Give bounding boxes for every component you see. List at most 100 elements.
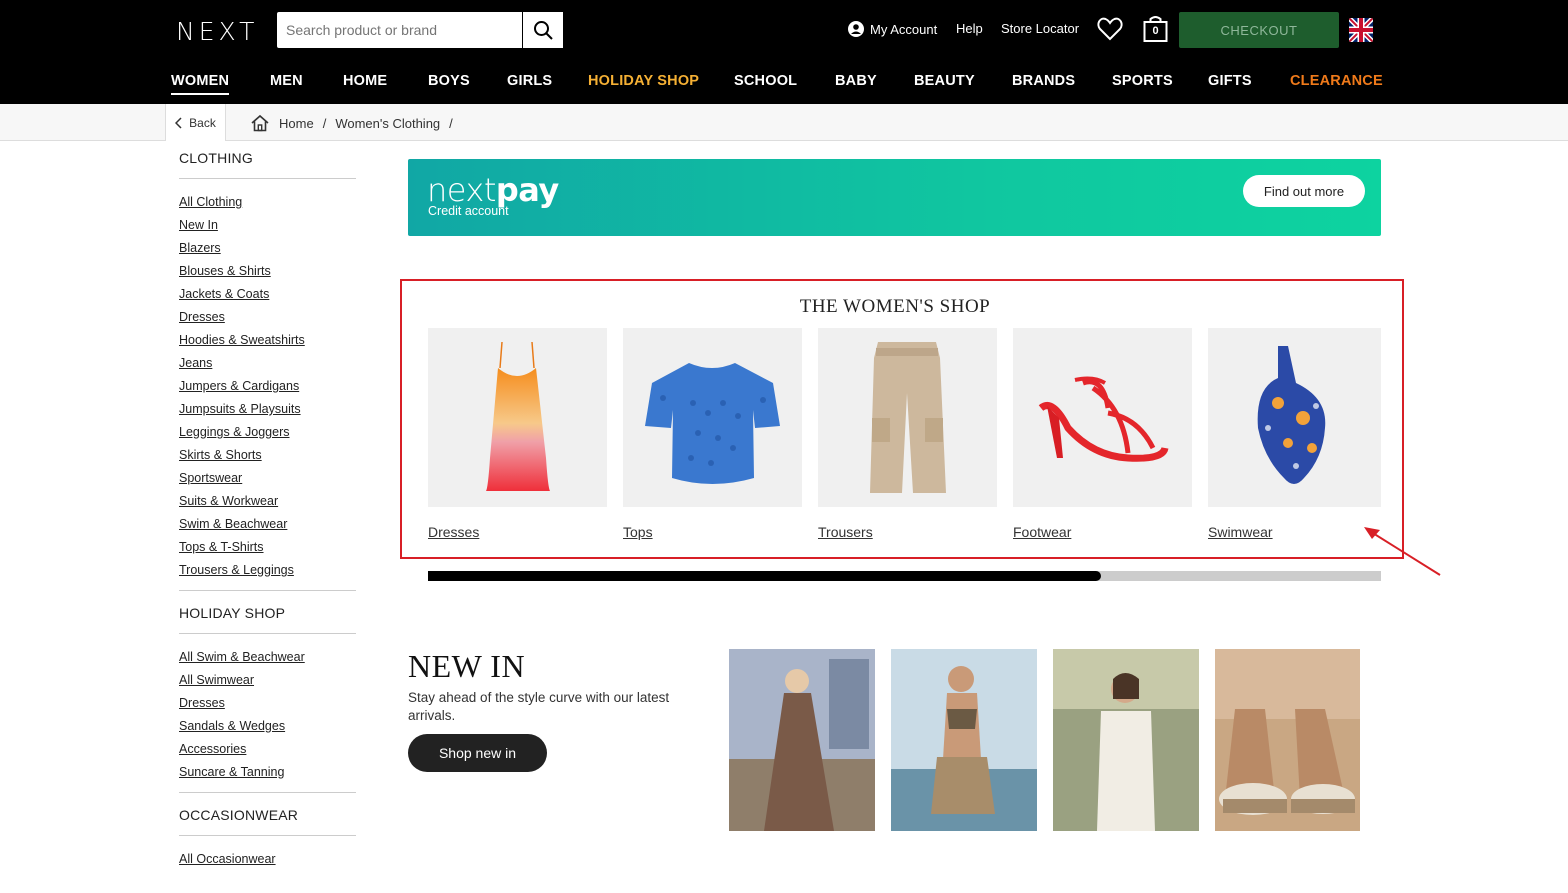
nav-boys[interactable]: BOYS bbox=[428, 73, 470, 89]
tile-label-footwear[interactable]: Footwear bbox=[1013, 524, 1071, 540]
sidebar-link[interactable]: New In bbox=[179, 214, 356, 237]
nav-school[interactable]: SCHOOL bbox=[734, 73, 797, 89]
sidebar-heading-holiday-shop: HOLIDAY SHOP bbox=[179, 605, 356, 634]
nav-home[interactable]: HOME bbox=[343, 73, 387, 89]
tile-swimwear-image[interactable] bbox=[1208, 328, 1381, 507]
uk-flag-icon[interactable] bbox=[1349, 18, 1373, 42]
nav-women[interactable]: WOMEN bbox=[171, 73, 230, 95]
tile-tops-image[interactable] bbox=[623, 328, 802, 507]
nav-sports[interactable]: SPORTS bbox=[1112, 73, 1173, 89]
bag-count: 0 bbox=[1152, 25, 1159, 37]
main-navigation: WOMEN MEN HOME BOYS GIRLS HOLIDAY SHOP S… bbox=[0, 68, 1568, 96]
sidebar-link[interactable]: Dresses bbox=[179, 692, 356, 715]
sidebar-link[interactable]: Jeans bbox=[179, 352, 356, 375]
user-icon bbox=[848, 21, 864, 37]
clothing-list: All Clothing New In Blazers Blouses & Sh… bbox=[179, 191, 356, 591]
top-header: NEXT My Account Help Store Locator 0 CHE… bbox=[0, 0, 1568, 104]
sidebar-link[interactable]: Accessories bbox=[179, 738, 356, 761]
sidebar-link[interactable]: Trousers & Leggings bbox=[179, 559, 356, 582]
search-icon bbox=[534, 21, 553, 40]
search-bar bbox=[277, 12, 563, 48]
sidebar-link[interactable]: Sportswear bbox=[179, 467, 356, 490]
nextpay-subtitle: Credit account bbox=[428, 204, 509, 218]
new-in-photo[interactable] bbox=[729, 649, 875, 831]
carousel-scrollbar-thumb[interactable] bbox=[428, 571, 1101, 581]
find-out-more-button[interactable]: Find out more bbox=[1243, 175, 1365, 207]
nav-baby[interactable]: BABY bbox=[835, 73, 877, 89]
sidebar-heading-clothing: CLOTHING bbox=[179, 150, 356, 179]
heart-icon bbox=[1097, 17, 1123, 41]
sidebar-link[interactable]: All Swim & Beachwear bbox=[179, 646, 356, 669]
chevron-left-icon bbox=[175, 116, 182, 129]
tile-trousers-image[interactable] bbox=[818, 328, 997, 507]
tile-label-tops[interactable]: Tops bbox=[623, 524, 653, 540]
sidebar-link[interactable]: Jumpsuits & Playsuits bbox=[179, 398, 356, 421]
sidebar-link[interactable]: Skirts & Shorts bbox=[179, 444, 356, 467]
sandal-image bbox=[1038, 376, 1169, 462]
tile-label-swimwear[interactable]: Swimwear bbox=[1208, 524, 1273, 540]
nav-brands[interactable]: BRANDS bbox=[1012, 73, 1075, 89]
help-link[interactable]: Help bbox=[956, 21, 983, 36]
nav-beauty[interactable]: BEAUTY bbox=[914, 73, 975, 89]
sidebar-link[interactable]: Jackets & Coats bbox=[179, 283, 356, 306]
sidebar-link[interactable]: Blouses & Shirts bbox=[179, 260, 356, 283]
sidebar-link[interactable]: Blazers bbox=[179, 237, 356, 260]
sidebar-link[interactable]: All Swimwear bbox=[179, 669, 356, 692]
store-locator-link[interactable]: Store Locator bbox=[1001, 21, 1079, 36]
new-in-photo[interactable] bbox=[1053, 649, 1199, 831]
sidebar-link[interactable]: All Clothing bbox=[179, 191, 356, 214]
search-button[interactable] bbox=[522, 12, 563, 48]
sidebar-link[interactable]: All Occasionwear bbox=[179, 848, 356, 871]
tile-label-trousers[interactable]: Trousers bbox=[818, 524, 873, 540]
breadcrumb-bar: Back Home / Women's Clothing / bbox=[0, 104, 1568, 141]
swimsuit-image bbox=[1257, 346, 1326, 484]
new-in-title: NEW IN bbox=[408, 648, 526, 684]
nav-girls[interactable]: GIRLS bbox=[507, 73, 552, 89]
sidebar-link[interactable]: Jumpers & Cardigans bbox=[179, 375, 356, 398]
new-in-photo[interactable] bbox=[1215, 649, 1360, 831]
home-icon[interactable] bbox=[250, 114, 270, 132]
top-image bbox=[645, 363, 780, 484]
nav-clearance[interactable]: CLEARANCE bbox=[1290, 73, 1383, 89]
favourites-button[interactable] bbox=[1097, 17, 1123, 46]
next-logo[interactable]: NEXT bbox=[176, 17, 258, 46]
nav-men[interactable]: MEN bbox=[270, 73, 303, 89]
tile-label-dresses[interactable]: Dresses bbox=[428, 524, 479, 540]
dress-image bbox=[486, 341, 550, 491]
new-in-photo[interactable] bbox=[891, 649, 1037, 831]
breadcrumb-separator: / bbox=[449, 115, 453, 131]
back-label: Back bbox=[189, 115, 216, 130]
shopping-bag-button[interactable]: 0 bbox=[1143, 15, 1168, 48]
trousers-image bbox=[870, 342, 946, 493]
nextpay-banner[interactable]: nextpay Credit account Find out more bbox=[408, 159, 1381, 236]
nav-holiday-shop[interactable]: HOLIDAY SHOP bbox=[588, 73, 699, 89]
shop-new-in-button[interactable]: Shop new in bbox=[408, 734, 547, 772]
sidebar-heading-occasionwear: OCCASIONWEAR bbox=[179, 807, 356, 836]
sidebar-link[interactable]: Dresses bbox=[179, 306, 356, 329]
breadcrumb-separator: / bbox=[322, 115, 327, 131]
my-account-label: My Account bbox=[870, 21, 938, 37]
back-button[interactable]: Back bbox=[165, 104, 226, 141]
annotation-arrow-icon bbox=[1364, 527, 1441, 576]
occasion-list: All Occasionwear bbox=[179, 848, 356, 879]
sidebar-link[interactable]: Leggings & Joggers bbox=[179, 421, 356, 444]
sidebar-link[interactable]: Sandals & Wedges bbox=[179, 715, 356, 738]
sidebar-link[interactable]: Hoodies & Sweatshirts bbox=[179, 329, 356, 352]
carousel-scrollbar[interactable] bbox=[428, 571, 1381, 581]
search-input[interactable] bbox=[277, 12, 523, 48]
sidebar-link[interactable]: Suncare & Tanning bbox=[179, 761, 356, 784]
breadcrumb-home[interactable]: Home bbox=[279, 116, 314, 131]
nav-gifts[interactable]: GIFTS bbox=[1208, 73, 1252, 89]
shop-section-title: THE WOMEN'S SHOP bbox=[799, 296, 991, 317]
category-sidebar: CLOTHING All Clothing New In Blazers Blo… bbox=[179, 150, 356, 893]
sidebar-link[interactable]: Swim & Beachwear bbox=[179, 513, 356, 536]
my-account-link[interactable]: My Account bbox=[848, 21, 937, 37]
sidebar-link[interactable]: Suits & Workwear bbox=[179, 490, 356, 513]
checkout-button[interactable]: CHECKOUT bbox=[1179, 12, 1339, 48]
breadcrumb-womens-clothing[interactable]: Women's Clothing bbox=[335, 116, 440, 131]
breadcrumb: Home / Women's Clothing / bbox=[250, 114, 453, 132]
tile-footwear-image[interactable] bbox=[1013, 328, 1192, 507]
sidebar-link[interactable]: Tops & T-Shirts bbox=[179, 536, 356, 559]
new-in-description: Stay ahead of the style curve with our l… bbox=[408, 690, 670, 723]
tile-dresses-image[interactable] bbox=[428, 328, 607, 507]
